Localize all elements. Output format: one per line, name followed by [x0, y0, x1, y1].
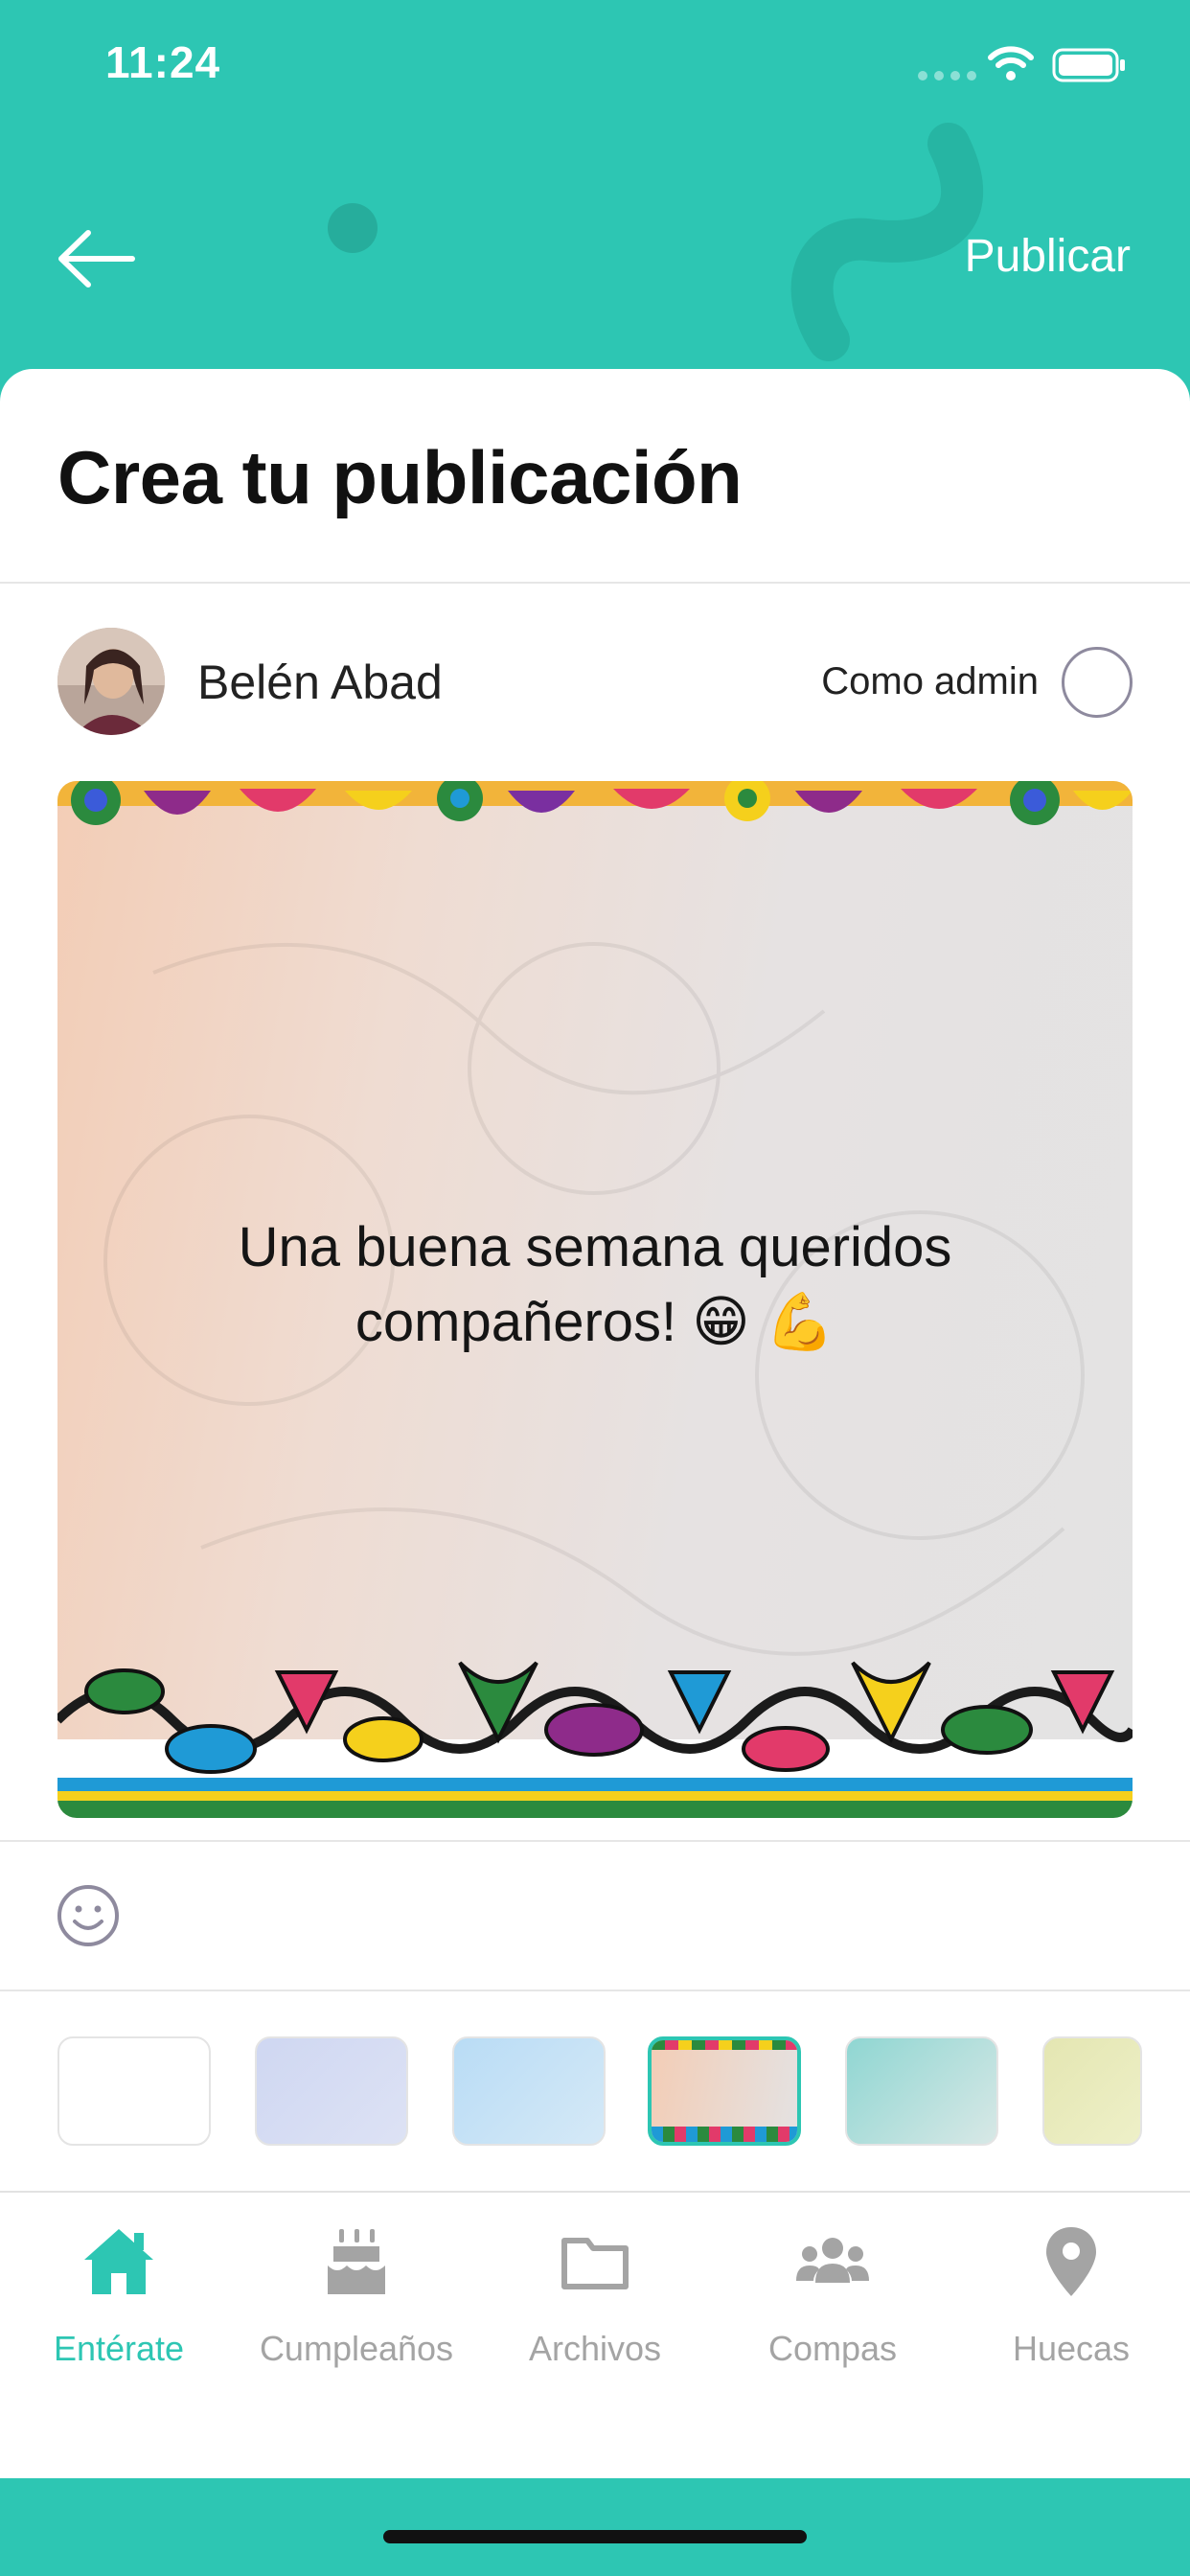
background-option-teal[interactable] — [845, 2036, 998, 2146]
admin-toggle-label: Como admin — [821, 660, 1039, 702]
background-picker — [0, 2022, 1190, 2175]
home-indicator[interactable] — [383, 2530, 807, 2543]
tab-label: Archivos — [528, 2329, 662, 2368]
divider — [0, 1840, 1190, 1842]
tab-label: Compas — [767, 2329, 898, 2368]
tab-compas[interactable]: Compas — [714, 2221, 951, 2369]
tab-label: Cumpleaños — [259, 2329, 454, 2368]
page-title: Crea tu publicación — [57, 435, 743, 519]
author-name: Belén Abad — [197, 656, 443, 709]
avatar — [57, 628, 165, 735]
wifi-icon — [988, 46, 1034, 80]
background-option-sky[interactable] — [452, 2036, 606, 2146]
home-icon — [84, 2229, 153, 2294]
tab-cumpleanos[interactable]: Cumpleaños — [238, 2221, 475, 2369]
tab-huecas[interactable]: Huecas — [952, 2221, 1190, 2369]
background-option-folk-art[interactable] — [648, 2036, 801, 2146]
bottom-tab-bar: Entérate Cumpleaños Archivos Compas Huec… — [0, 2191, 1190, 2478]
post-canvas[interactable]: Una buena semana queridos compañeros! 😁 … — [57, 781, 1133, 1818]
tab-archivos[interactable]: Archivos — [476, 2221, 714, 2369]
publish-button[interactable]: Publicar — [965, 230, 1131, 283]
location-pin-icon — [1046, 2227, 1096, 2296]
status-time: 11:24 — [105, 37, 221, 87]
screen: 11:24 Publicar Crea tu publicación Belén… — [0, 0, 1190, 2576]
background-option-plain[interactable] — [57, 2036, 211, 2146]
divider — [0, 1990, 1190, 1991]
divider — [0, 582, 1190, 584]
post-text[interactable]: Una buena semana queridos compañeros! 😁 … — [115, 1210, 1075, 1360]
signal-icon — [918, 71, 976, 80]
background-option-lavender[interactable] — [255, 2036, 408, 2146]
admin-radio-toggle[interactable] — [1062, 647, 1133, 718]
emoji-icon[interactable] — [56, 1883, 121, 1948]
back-arrow-icon[interactable] — [54, 220, 140, 297]
background-option-olive[interactable] — [1042, 2036, 1142, 2146]
tab-label: Huecas — [1012, 2329, 1131, 2368]
battery-icon — [1052, 48, 1125, 82]
tab-label: Entérate — [53, 2329, 185, 2368]
folder-icon — [561, 2238, 629, 2289]
birthday-cake-icon — [328, 2229, 385, 2294]
users-icon — [796, 2238, 869, 2283]
tab-enterate[interactable]: Entérate — [0, 2221, 238, 2369]
